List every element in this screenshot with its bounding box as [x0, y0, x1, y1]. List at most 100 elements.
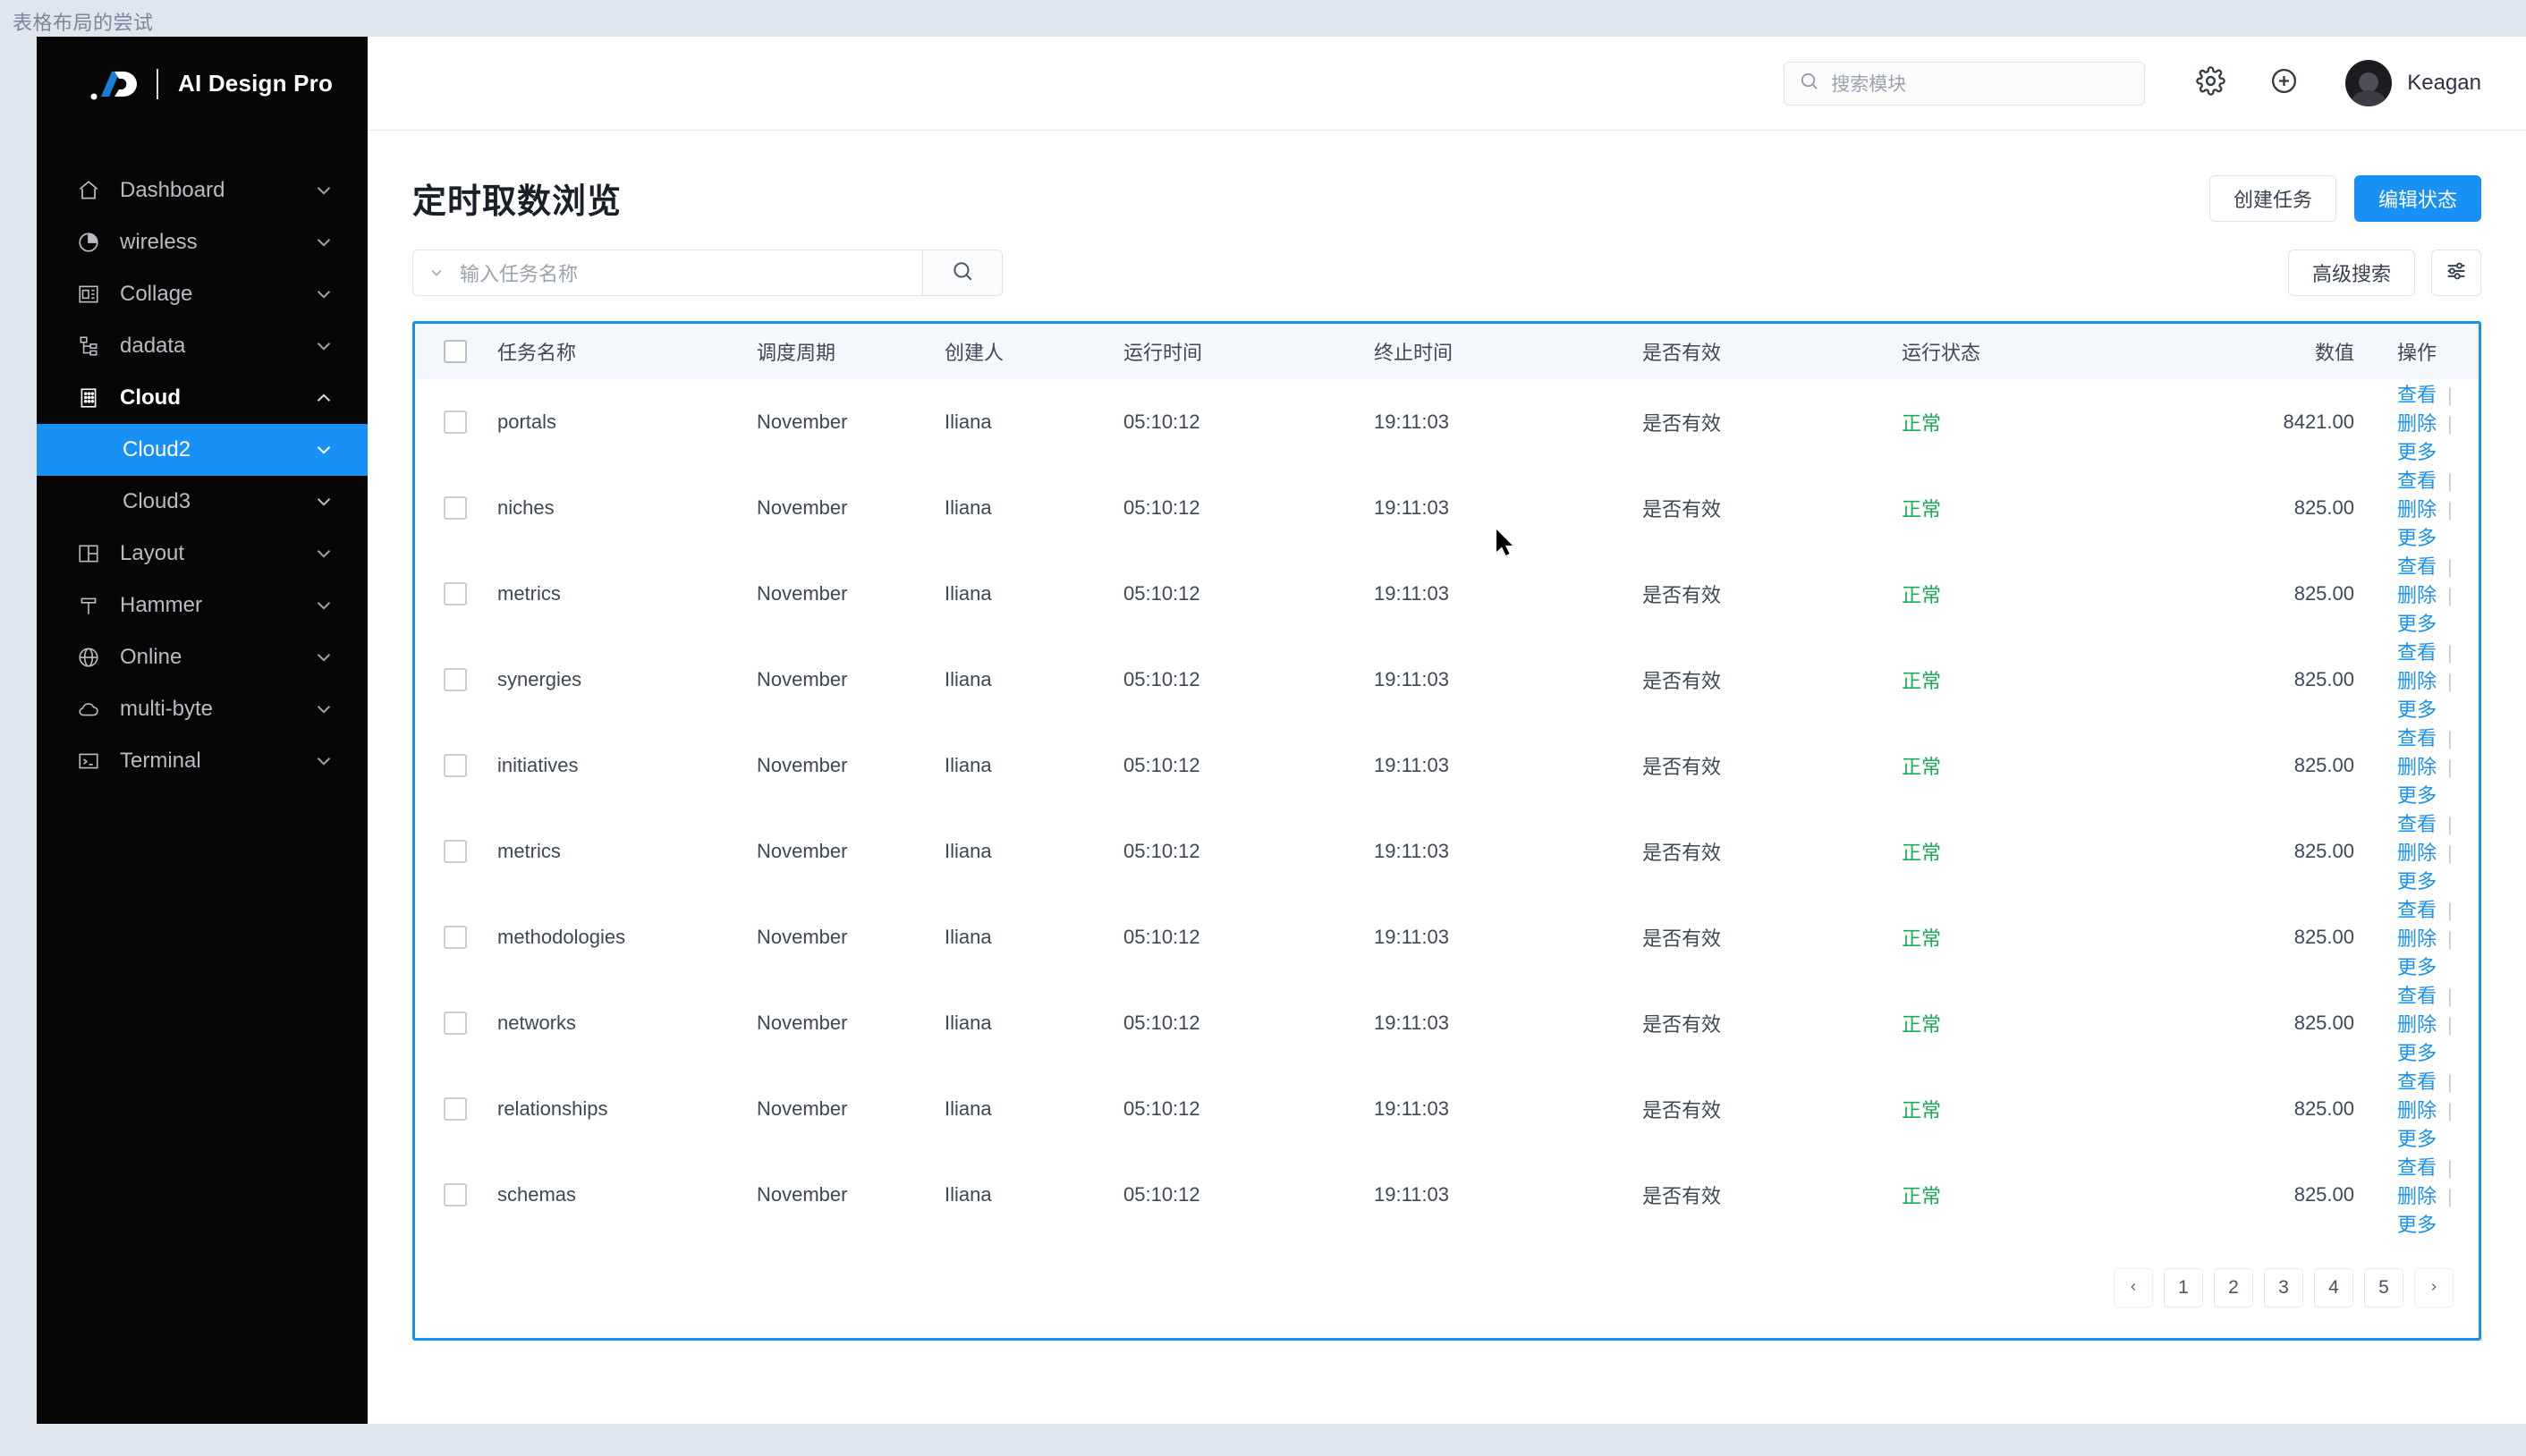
- sidebar-item-online[interactable]: Online: [37, 631, 368, 683]
- sidebar-item-terminal[interactable]: Terminal: [37, 735, 368, 787]
- table-row[interactable]: schemas November Iliana 05:10:12 19:11:03 是否有…: [415, 1152, 2479, 1238]
- sidebar-item-cloud2[interactable]: Cloud2: [37, 424, 368, 476]
- task-name-input[interactable]: 输入任务名称: [412, 250, 922, 296]
- row-checkbox[interactable]: [444, 582, 467, 605]
- sidebar-item-cloud[interactable]: Cloud: [37, 372, 368, 424]
- row-checkbox[interactable]: [444, 1012, 467, 1035]
- select-all-checkbox[interactable]: [444, 340, 467, 363]
- search-input[interactable]: 搜索模块: [1784, 61, 2146, 106]
- row-task-name: networks: [497, 1012, 577, 1034]
- table-row[interactable]: metrics November Iliana 05:10:12 19:11:03 是否有…: [415, 808, 2479, 894]
- row-delete-link[interactable]: 删除: [2397, 842, 2437, 864]
- row-delete-link[interactable]: 删除: [2397, 1013, 2437, 1036]
- row-view-link[interactable]: 查看: [2397, 641, 2437, 664]
- pagination-next[interactable]: [2414, 1268, 2454, 1308]
- sidebar-item-hammer[interactable]: Hammer: [37, 580, 368, 631]
- row-checkbox[interactable]: [444, 840, 467, 863]
- row-checkbox[interactable]: [444, 668, 467, 691]
- table-row[interactable]: methodologies November Iliana 05:10:12 19:11…: [415, 894, 2479, 980]
- row-delete-link[interactable]: 删除: [2397, 498, 2437, 521]
- row-run-time: 05:10:12: [1123, 582, 1200, 605]
- row-checkbox[interactable]: [444, 1183, 467, 1206]
- advanced-search-button[interactable]: 高级搜索: [2287, 250, 2415, 296]
- table-row[interactable]: niches November Iliana 05:10:12 19:11:03 是否有效…: [415, 465, 2479, 551]
- table-settings-button[interactable]: [2431, 250, 2481, 296]
- page-title: 定时取数浏览: [412, 183, 623, 221]
- table-row[interactable]: synergies November Iliana 05:10:12 19:11:03 是…: [415, 637, 2479, 723]
- sidebar-item-dadata[interactable]: dadata: [37, 320, 368, 372]
- pagination-page-4[interactable]: 4: [2314, 1268, 2353, 1308]
- row-checkbox[interactable]: [444, 1097, 467, 1121]
- row-cycle: November: [757, 668, 848, 690]
- row-more-link[interactable]: 更多: [2397, 441, 2437, 463]
- row-checkbox[interactable]: [444, 926, 467, 949]
- row-more-link[interactable]: 更多: [2397, 870, 2437, 893]
- table-row[interactable]: initiatives November Iliana 05:10:12 19:11:0…: [415, 723, 2479, 808]
- table-row[interactable]: portals November Iliana 05:10:12 19:11:03 是否有…: [415, 379, 2479, 465]
- plus-circle-icon: [2269, 66, 2299, 100]
- sidebar-item-multi-byte[interactable]: multi-byte: [37, 683, 368, 735]
- settings-button[interactable]: [2183, 55, 2238, 111]
- row-select-cell: [415, 637, 497, 723]
- status-text: 正常: [1902, 584, 1942, 606]
- brand[interactable]: AI Design Pro: [37, 37, 368, 131]
- table-row[interactable]: metrics November Iliana 05:10:12 19:11:03 是否有…: [415, 551, 2479, 637]
- row-view-link[interactable]: 查看: [2397, 813, 2437, 835]
- sidebar-item-cloud3[interactable]: Cloud3: [37, 476, 368, 528]
- table-row[interactable]: networks November Iliana 05:10:12 19:11:03 是否…: [415, 980, 2479, 1066]
- user-menu[interactable]: Keagan: [2345, 60, 2481, 106]
- row-checkbox[interactable]: [444, 754, 467, 777]
- create-task-button[interactable]: 创建任务: [2208, 174, 2336, 222]
- row-cycle: November: [757, 754, 848, 776]
- row-delete-link[interactable]: 删除: [2397, 1185, 2437, 1207]
- pagination-page-2[interactable]: 2: [2214, 1268, 2253, 1308]
- row-view-link[interactable]: 查看: [2397, 727, 2437, 749]
- pagination-page-3[interactable]: 3: [2264, 1268, 2303, 1308]
- row-view-link[interactable]: 查看: [2397, 470, 2437, 492]
- pagination-prev[interactable]: [2114, 1268, 2153, 1308]
- row-action-separator: |: [2447, 1099, 2453, 1122]
- search-button[interactable]: [922, 250, 1003, 296]
- row-checkbox[interactable]: [444, 411, 467, 434]
- row-delete-link[interactable]: 删除: [2397, 1099, 2437, 1122]
- row-view-link[interactable]: 查看: [2397, 1071, 2437, 1093]
- sidebar-item-layout[interactable]: Layout: [37, 528, 368, 580]
- row-view-link[interactable]: 查看: [2397, 1156, 2437, 1179]
- row-delete-link[interactable]: 删除: [2397, 927, 2437, 950]
- row-number: 825.00: [2293, 1012, 2354, 1034]
- table-row[interactable]: relationships November Iliana 05:10:12 19:11…: [415, 1066, 2479, 1152]
- row-view-link[interactable]: 查看: [2397, 555, 2437, 578]
- row-delete-link[interactable]: 删除: [2397, 756, 2437, 778]
- chevron-down-icon[interactable]: [428, 264, 445, 282]
- row-select-cell: [415, 379, 497, 465]
- tasks-table-panel: 任务名称 调度周期 创建人 运行时间 终止时间 是否有效 运行状态 数值 操作 …: [412, 321, 2481, 1341]
- row-delete-link[interactable]: 删除: [2397, 670, 2437, 692]
- row-more-link[interactable]: 更多: [2397, 1128, 2437, 1150]
- edit-state-button[interactable]: 编辑状态: [2353, 174, 2481, 222]
- sidebar-item-label: wireless: [120, 230, 198, 254]
- row-delete-link[interactable]: 删除: [2397, 584, 2437, 606]
- sidebar-item-collage[interactable]: Collage: [37, 268, 368, 320]
- pagination-page-5[interactable]: 5: [2364, 1268, 2403, 1308]
- row-more-link[interactable]: 更多: [2397, 613, 2437, 635]
- row-more-link[interactable]: 更多: [2397, 698, 2437, 721]
- row-view-link[interactable]: 查看: [2397, 985, 2437, 1007]
- sidebar-item-dashboard[interactable]: Dashboard: [37, 165, 368, 216]
- hammer-icon: [75, 592, 102, 619]
- status-text: 正常: [1902, 1013, 1942, 1036]
- pagination-page-1[interactable]: 1: [2164, 1268, 2203, 1308]
- row-checkbox[interactable]: [444, 496, 467, 520]
- row-more-link[interactable]: 更多: [2397, 527, 2437, 549]
- add-button[interactable]: [2256, 55, 2311, 111]
- row-more-link[interactable]: 更多: [2397, 956, 2437, 978]
- row-more-link[interactable]: 更多: [2397, 1214, 2437, 1236]
- row-delete-link[interactable]: 删除: [2397, 412, 2437, 435]
- row-end-time: 19:11:03: [1374, 1183, 1450, 1206]
- row-more-link[interactable]: 更多: [2397, 1042, 2437, 1064]
- row-view-link[interactable]: 查看: [2397, 899, 2437, 921]
- row-more-link[interactable]: 更多: [2397, 784, 2437, 807]
- row-action-separator: |: [2447, 1013, 2453, 1036]
- sidebar-item-wireless[interactable]: wireless: [37, 216, 368, 268]
- brand-name: AI Design Pro: [178, 70, 334, 97]
- row-view-link[interactable]: 查看: [2397, 384, 2437, 406]
